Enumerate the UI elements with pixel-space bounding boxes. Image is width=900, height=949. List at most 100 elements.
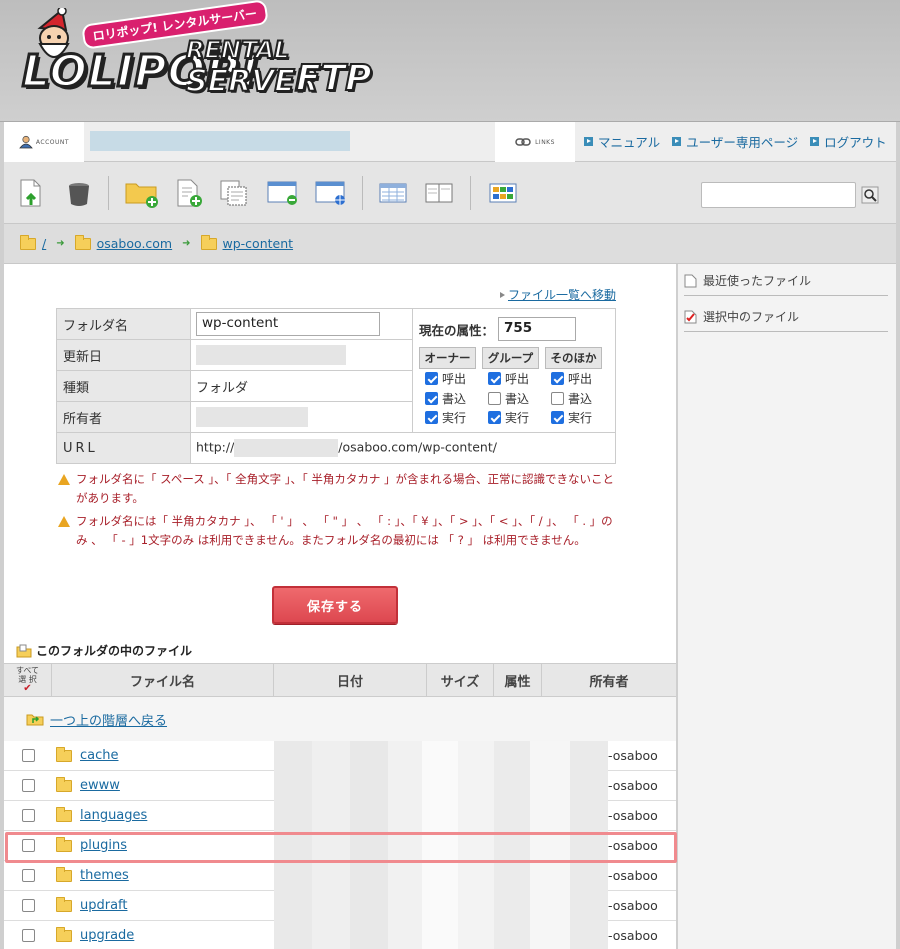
redacted-strip	[350, 860, 388, 891]
row-checkbox[interactable]	[21, 749, 35, 762]
url-value: http:///osaboo.com/wp-content/	[190, 432, 616, 464]
table-row[interactable]: themes -osaboo	[4, 860, 676, 891]
redacted-strip	[458, 770, 494, 801]
table-row[interactable]: ewww -osaboo	[4, 770, 676, 801]
parent-folder-row[interactable]: 一つ上の階層へ戻る	[4, 697, 676, 741]
redacted-strip	[350, 890, 388, 921]
parent-folder-link[interactable]: 一つ上の階層へ戻る	[50, 710, 167, 729]
redacted-strip	[494, 890, 530, 921]
perm-checkbox-label: 書込	[568, 391, 593, 406]
file-owner: -osaboo	[608, 748, 658, 763]
folder-icon	[56, 746, 72, 762]
column-owner[interactable]: 所有者	[542, 664, 676, 696]
redacted-strip	[570, 860, 608, 891]
file-name-link[interactable]: ewww	[80, 778, 120, 793]
column-size[interactable]: サイズ	[427, 664, 494, 696]
split-view-icon[interactable]	[424, 178, 454, 208]
sidebar-item-recent-files[interactable]: 最近使ったファイル	[684, 266, 888, 296]
list-view-icon[interactable]	[378, 178, 408, 208]
sidebar-item-selected-files[interactable]: 選択中のファイル	[684, 302, 888, 332]
folder-files-icon	[16, 644, 32, 657]
perm-checkbox[interactable]	[551, 372, 564, 386]
perm-checkbox-row: 呼出	[482, 369, 539, 389]
table-row[interactable]: cache -osaboo	[4, 740, 676, 771]
breadcrumb-current[interactable]: wp-content	[223, 236, 294, 251]
user-page-link[interactable]: ユーザー専用ページ	[672, 132, 798, 151]
upload-icon[interactable]	[16, 178, 46, 208]
row-checkbox[interactable]	[21, 869, 35, 882]
file-name-link[interactable]: languages	[80, 808, 147, 823]
perm-title: 現在の属性：	[419, 322, 495, 338]
row-checkbox[interactable]	[21, 839, 35, 852]
perm-checkbox-label: 実行	[568, 411, 593, 426]
row-checkbox[interactable]	[21, 929, 35, 942]
web-preview-icon[interactable]	[314, 178, 348, 208]
redacted-strip	[458, 860, 494, 891]
redacted-strip	[274, 830, 312, 861]
trash-icon[interactable]	[64, 178, 94, 208]
table-row[interactable]: languages -osaboo	[4, 800, 676, 831]
perm-checkbox[interactable]	[488, 411, 501, 425]
file-list-link[interactable]: ファイル一覧へ移動	[499, 286, 616, 303]
file-name-link[interactable]: themes	[80, 868, 129, 883]
account-label: ACCOUNT	[35, 138, 70, 146]
row-checkbox[interactable]	[21, 809, 35, 822]
redacted-strip	[388, 830, 422, 861]
column-name[interactable]: ファイル名	[52, 664, 274, 696]
toolbar-separator	[108, 176, 109, 210]
breadcrumb-domain[interactable]: osaboo.com	[97, 236, 173, 251]
warning-message-1: フォルダ名に「 スペース 」、「 全角文字 」、「 半角カタカナ 」が含まれる場…	[56, 470, 616, 508]
perm-checkbox[interactable]	[551, 391, 564, 405]
manual-link[interactable]: マニュアル	[584, 132, 660, 151]
table-row[interactable]: plugins -osaboo	[4, 830, 676, 861]
toolbar-separator	[470, 176, 471, 210]
row-checkbox[interactable]	[21, 779, 35, 792]
redacted-strip	[422, 830, 458, 861]
url-redacted	[234, 439, 339, 457]
top-links: マニュアル ユーザー専用ページ ログアウト	[584, 132, 887, 151]
arrow-bullet-icon	[584, 137, 593, 146]
column-attr[interactable]: 属性	[494, 664, 542, 696]
breadcrumb-root[interactable]: /	[42, 236, 46, 251]
column-date[interactable]: 日付	[274, 664, 427, 696]
thumbnail-view-icon[interactable]	[488, 178, 518, 208]
folder-name-input[interactable]: wp-content	[196, 312, 380, 336]
file-name-link[interactable]: cache	[80, 748, 119, 763]
perm-value-input[interactable]: 755	[498, 317, 577, 341]
type-value: フォルダ	[190, 370, 413, 402]
file-name-link[interactable]: updraft	[80, 898, 128, 913]
rename-window-icon[interactable]	[266, 178, 300, 208]
redacted-strip	[458, 920, 494, 949]
new-folder-icon[interactable]	[124, 178, 160, 208]
redacted-strip	[530, 800, 570, 831]
file-name-link[interactable]: upgrade	[80, 928, 134, 943]
perm-checkbox[interactable]	[488, 391, 501, 405]
redacted-strip	[422, 740, 458, 771]
perm-columns: オーナー 呼出 書込 実行 グループ 呼出 書込 実行 そのほか 呼出 書込 実行	[419, 347, 609, 428]
arrow-right-icon: ➜	[182, 238, 191, 249]
chain-link-icon	[515, 138, 531, 146]
perm-checkbox[interactable]	[425, 391, 438, 405]
folder-icon	[56, 776, 72, 792]
perm-checkbox[interactable]	[425, 411, 438, 425]
folder-icon	[56, 806, 72, 822]
perm-checkbox[interactable]	[488, 372, 501, 386]
logout-link[interactable]: ログアウト	[810, 132, 887, 151]
perm-group-header: グループ	[482, 347, 539, 369]
table-row[interactable]: upgrade -osaboo	[4, 920, 676, 949]
redacted-strip	[388, 770, 422, 801]
save-button[interactable]: 保存する	[272, 586, 398, 624]
redacted-strip	[494, 920, 530, 949]
perm-checkbox[interactable]	[551, 411, 564, 425]
search-icon[interactable]	[861, 186, 879, 204]
table-row[interactable]: updraft -osaboo	[4, 890, 676, 921]
row-checkbox[interactable]	[21, 899, 35, 912]
file-name-link[interactable]: plugins	[80, 838, 127, 853]
redacted-strip	[274, 890, 312, 921]
new-file-icon[interactable]	[174, 178, 204, 208]
select-all-toggle[interactable]: すべて 選 択 ✔	[4, 664, 52, 696]
perm-checkbox[interactable]	[425, 372, 438, 386]
search-input[interactable]	[701, 182, 856, 208]
row-checkbox-cell	[4, 869, 52, 882]
copy-icon[interactable]	[218, 178, 248, 208]
